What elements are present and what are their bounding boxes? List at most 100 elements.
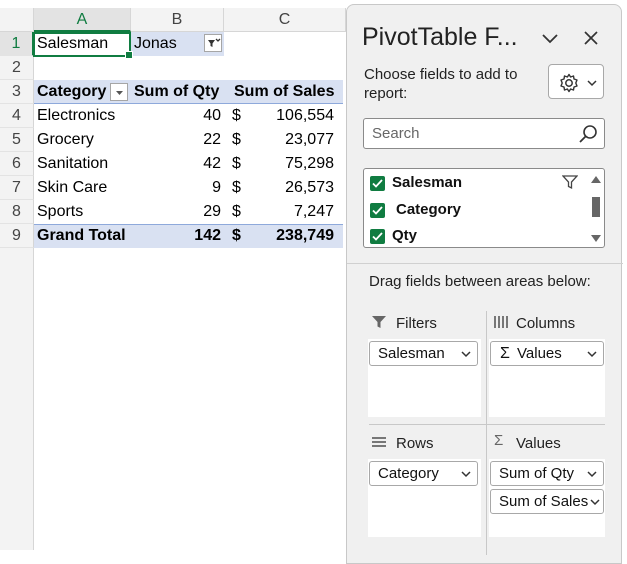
chevron-down-icon [461,351,471,358]
checkmark-icon [372,179,383,188]
grand-total-label[interactable]: Grand Total [37,224,126,248]
qty-cell[interactable]: 29 [131,200,221,224]
filter-funnel-icon [562,175,578,190]
field-label: Salesman [392,174,463,191]
select-all-corner[interactable] [0,8,34,32]
pivot-header-qty[interactable]: Sum of Qty [134,80,219,104]
category-cell[interactable]: Skin Care [37,176,107,200]
sales-cell[interactable]: 26,573 [250,176,334,200]
sales-cell[interactable]: 106,554 [250,104,334,128]
checkmark-icon [372,206,383,215]
field-search-input[interactable]: Search [363,118,605,149]
search-placeholder: Search [372,125,420,142]
qty-cell[interactable]: 40 [131,104,221,128]
pivot-header-category[interactable]: Category [37,80,106,104]
area-horizontal-separator [369,424,605,425]
field-checkbox[interactable] [370,176,385,191]
column-header-b[interactable]: B [131,8,224,32]
row-header-4[interactable]: 4 [0,104,34,128]
pill-label: Values [517,345,562,362]
chevron-down-icon [542,34,558,44]
tools-settings-button[interactable] [548,64,604,99]
column-header-c[interactable]: C [224,8,346,32]
row-header-2[interactable]: 2 [0,56,34,80]
filter-value-cell[interactable]: Jonas [134,32,177,56]
pill-label: Sum of Qty [499,465,575,482]
chevron-down-icon [587,351,597,358]
sigma-icon: Σ [494,432,504,449]
currency-symbol: $ [232,107,241,124]
sales-cell[interactable]: 23,077 [250,128,334,152]
currency-symbol: $ [232,179,241,196]
chevron-down-icon [587,471,597,478]
currency-symbol: $ [232,131,241,148]
category-cell[interactable]: Grocery [37,128,94,152]
currency-symbol: $ [232,203,241,220]
row-header-6[interactable]: 6 [0,152,34,176]
currency-symbol: $ [232,155,241,172]
sales-cell[interactable]: 7,247 [250,200,334,224]
field-checkbox[interactable] [370,229,385,244]
worksheet[interactable]: A B C 1 2 3 4 5 6 7 8 9 Salesman Jonas C… [0,0,346,550]
category-cell[interactable]: Sports [37,200,83,224]
filter-funnel-icon [208,38,221,47]
values-area-title: Values [516,435,561,452]
category-cell[interactable]: Electronics [37,104,115,128]
field-checkbox[interactable] [370,203,385,218]
values-field-sum-of-sales[interactable]: Sum of Sales [490,489,604,514]
chevron-down-icon [461,471,471,478]
filters-area-title: Filters [396,315,437,332]
grand-total-qty[interactable]: 142 [131,224,221,248]
drag-fields-label: Drag fields between areas below: [369,273,591,290]
currency-symbol: $ [232,227,241,244]
row-header-gutter [0,248,34,550]
columns-icon [494,316,508,328]
field-label: Category [396,201,462,218]
sigma-icon: Σ [500,345,510,362]
qty-cell[interactable]: 9 [131,176,221,200]
section-divider [347,263,623,264]
grand-total-sales[interactable]: 238,749 [250,224,334,248]
search-icon[interactable] [578,124,598,144]
row-header-7[interactable]: 7 [0,176,34,200]
column-header-a[interactable]: A [34,8,131,32]
columns-field-values[interactable]: Σ Values [490,341,604,366]
filter-dropdown-button[interactable] [204,34,222,52]
rows-field-category[interactable]: Category [369,461,478,486]
chevron-down-icon [590,499,600,506]
gear-icon [560,73,578,93]
values-field-sum-of-qty[interactable]: Sum of Qty [490,461,604,486]
qty-cell[interactable]: 42 [131,152,221,176]
field-list: Salesman Category Qty [363,168,605,248]
row-header-3[interactable]: 3 [0,80,34,104]
category-cell[interactable]: Sanitation [37,152,108,176]
chevron-down-icon [116,91,123,95]
filters-field-salesman[interactable]: Salesman [369,341,478,366]
filter-funnel-icon [372,316,386,328]
qty-cell[interactable]: 22 [131,128,221,152]
close-icon [584,31,598,45]
pane-options-button[interactable] [541,31,559,50]
field-label: Qty [392,227,418,244]
chevron-down-icon [587,80,597,87]
sales-cell[interactable]: 75,298 [250,152,334,176]
choose-fields-label: Choose fields to add to report: [364,66,518,102]
field-list-scrollbar[interactable] [590,171,602,245]
pane-title: PivotTable F... [362,23,518,51]
close-pane-button[interactable] [583,30,599,51]
row-header-1[interactable]: 1 [0,32,34,56]
row-header-8[interactable]: 8 [0,200,34,224]
pill-label: Category [378,465,439,482]
rows-icon [372,437,386,447]
category-dropdown-button[interactable] [110,83,128,101]
row-header-5[interactable]: 5 [0,128,34,152]
checkmark-icon [372,232,383,241]
row-header-9[interactable]: 9 [0,224,34,248]
pill-label: Salesman [378,345,445,362]
area-vertical-separator [486,311,487,555]
active-cell-selection [33,32,133,59]
pivottable-fields-pane: PivotTable F... Choose fields to add to … [346,4,623,564]
rows-area-title: Rows [396,435,434,452]
pivot-header-sales[interactable]: Sum of Sales [234,80,334,104]
columns-area-title: Columns [516,315,576,332]
